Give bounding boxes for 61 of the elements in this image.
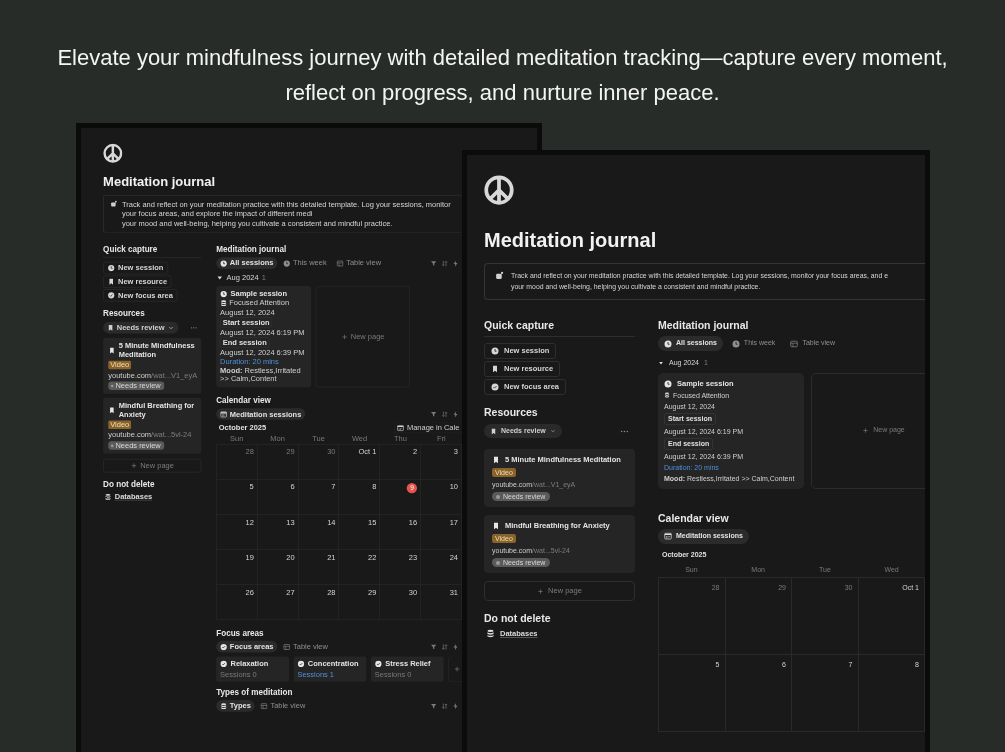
database-icon [220,702,228,710]
disclosure-triangle-icon[interactable] [216,274,224,282]
disclosure-triangle-icon[interactable] [658,360,664,367]
filter-icon[interactable] [430,702,438,710]
bookmark-icon [108,406,116,414]
clock-icon [283,259,291,267]
check-badge-icon [220,643,228,651]
section-heading: Quick capture [103,244,202,258]
headline: Elevate your mindfulness journey with detailed meditation tracking—capture every moment, reflect on progress, and nurture inner peace. [56,44,949,107]
section-heading: Resources [103,308,145,319]
bookmark-icon [107,323,115,332]
check-badge-icon [297,660,305,668]
clock-icon [731,339,740,348]
bookmark-icon [107,278,115,286]
section-heading: Meditation journal [216,244,287,255]
database-icon [664,392,670,398]
lightning-icon[interactable] [452,702,460,710]
database-icon [486,629,495,639]
page-title: Meditation journal [484,228,658,252]
calendar-icon [664,532,672,540]
peace-icon [484,175,514,205]
bookmark-icon [491,365,499,373]
section-heading: Focus areas [216,628,264,639]
bookmark-icon [490,427,497,435]
filter-icon[interactable] [430,259,438,267]
filter-icon[interactable] [430,410,438,418]
clock-icon [664,379,672,388]
peace-icon [103,143,123,164]
section-heading: Types of meditation [216,687,293,698]
section-heading: Quick capture [484,318,635,337]
section-heading: Calendar view [658,510,729,525]
filter-icon[interactable] [430,643,438,651]
check-badge-icon [220,660,228,668]
check-badge-icon [491,383,499,391]
clock-icon [664,339,672,348]
section-heading: Meditation journal [658,318,749,332]
database-icon [220,299,228,307]
table-icon [790,339,799,348]
note-icon [110,200,118,208]
plus-icon [537,587,545,595]
bookmark-icon [108,346,116,354]
note-icon [495,271,504,280]
check-badge-icon [374,660,382,668]
bookmark-icon [492,456,500,464]
clock-icon [107,264,115,272]
check-badge-icon [107,291,115,299]
lightning-icon[interactable] [452,643,460,651]
section-heading: Calendar view [216,395,271,406]
database-icon [104,493,112,501]
clock-icon [491,347,499,355]
chevron-icon [549,428,556,434]
clock-icon [220,259,228,267]
lightning-icon[interactable] [452,410,460,418]
lightning-icon[interactable] [452,259,460,267]
section-heading: Do not delete [103,479,155,490]
page-title: Meditation journal [103,173,217,190]
section-heading: Resources [484,405,538,419]
clock-icon [220,290,228,298]
bookmark-icon [492,522,500,530]
section-heading: Do not delete [484,611,551,625]
plus-icon [862,427,870,434]
